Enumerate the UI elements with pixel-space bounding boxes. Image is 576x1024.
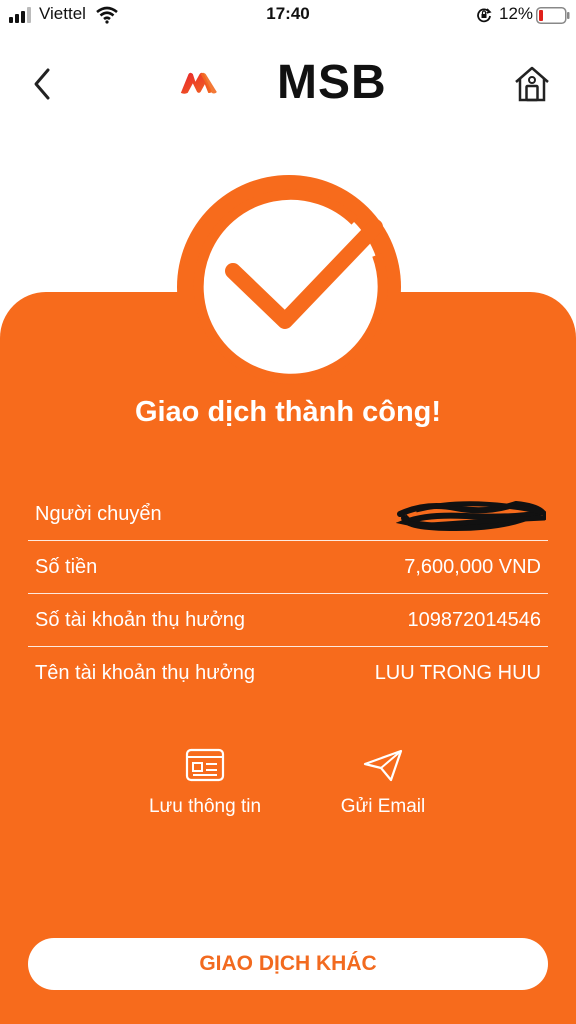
id-card-icon [185,748,225,782]
msb-logo-mark [180,72,217,94]
detail-value: 109872014546 [407,609,541,631]
check-circle-icon [193,189,388,384]
save-info-button[interactable]: Lưu thông tin [140,748,270,818]
transaction-details: Người chuyển Số tiền 7,600,000 VND Số tà… [28,488,548,699]
detail-label: Số tài khoản thụ hưởng [35,609,245,631]
save-info-label: Lưu thông tin [148,796,262,817]
battery-icon [536,7,570,24]
detail-label: Tên tài khoản thụ hưởng [35,662,255,684]
success-title: Giao dịch thành công! [134,396,442,428]
detail-row-account-name: Tên tài khoản thụ hưởng LUU TRONG HUU [28,647,548,699]
chevron-left-icon[interactable] [28,64,58,104]
redacted-scribble [396,500,546,532]
detail-row-sender: Người chuyển [28,488,548,541]
rotation-lock-icon [477,8,492,23]
detail-row-amount: Số tiền 7,600,000 VND [28,541,548,594]
send-email-button[interactable]: Gửi Email [318,748,448,818]
msb-logo-text: MSB [277,56,387,109]
home-icon[interactable] [512,64,552,104]
other-transaction-button[interactable]: GIAO DỊCH KHÁC [28,938,548,990]
detail-value: 7,600,000 VND [404,556,541,578]
paper-plane-icon [363,749,403,782]
battery-percent: 12% [499,4,534,23]
detail-value: LUU TRONG HUU [374,662,541,684]
detail-label: Số tiền [35,556,98,578]
send-email-label: Gửi Email [340,796,426,817]
detail-label: Người chuyển [35,503,162,525]
detail-row-account-number: Số tài khoản thụ hưởng 109872014546 [28,594,548,647]
status-bar: Viettel 17:40 12% [0,0,576,32]
